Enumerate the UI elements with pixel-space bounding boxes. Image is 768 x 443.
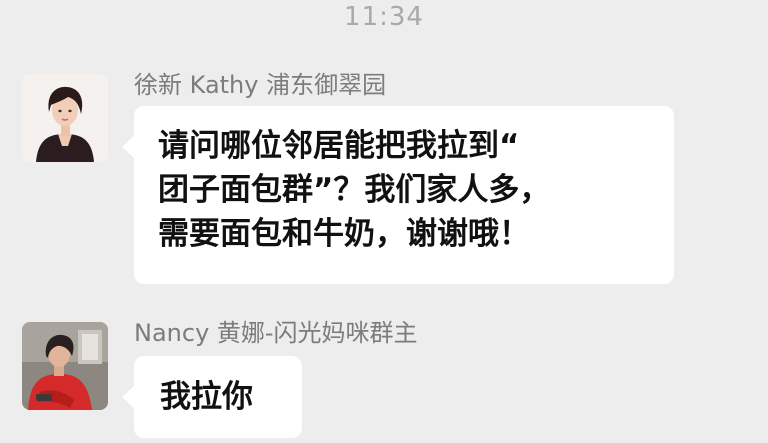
woman-red-sweater-avatar-icon <box>22 322 108 410</box>
woman-portrait-avatar-icon <box>22 74 108 162</box>
sender-avatar[interactable] <box>22 322 108 410</box>
sender-avatar[interactable] <box>22 74 108 162</box>
message-bubble[interactable]: 我拉你 <box>122 356 302 438</box>
sender-name: Nancy 黄娜-闪光妈咪群主 <box>134 319 418 347</box>
message-bubble[interactable]: 请问哪位邻居能把我拉到“ 团子面包群”？我们家人多， 需要面包和牛奶，谢谢哦！ <box>122 106 674 284</box>
message-text: 请问哪位邻居能把我拉到“ 团子面包群”？我们家人多， 需要面包和牛奶，谢谢哦！ <box>158 128 551 252</box>
message-timestamp: 11:34 <box>344 2 424 32</box>
sender-name: 徐新 Kathy 浦东御翠园 <box>134 71 387 99</box>
message-text: 我拉你 <box>160 379 253 415</box>
